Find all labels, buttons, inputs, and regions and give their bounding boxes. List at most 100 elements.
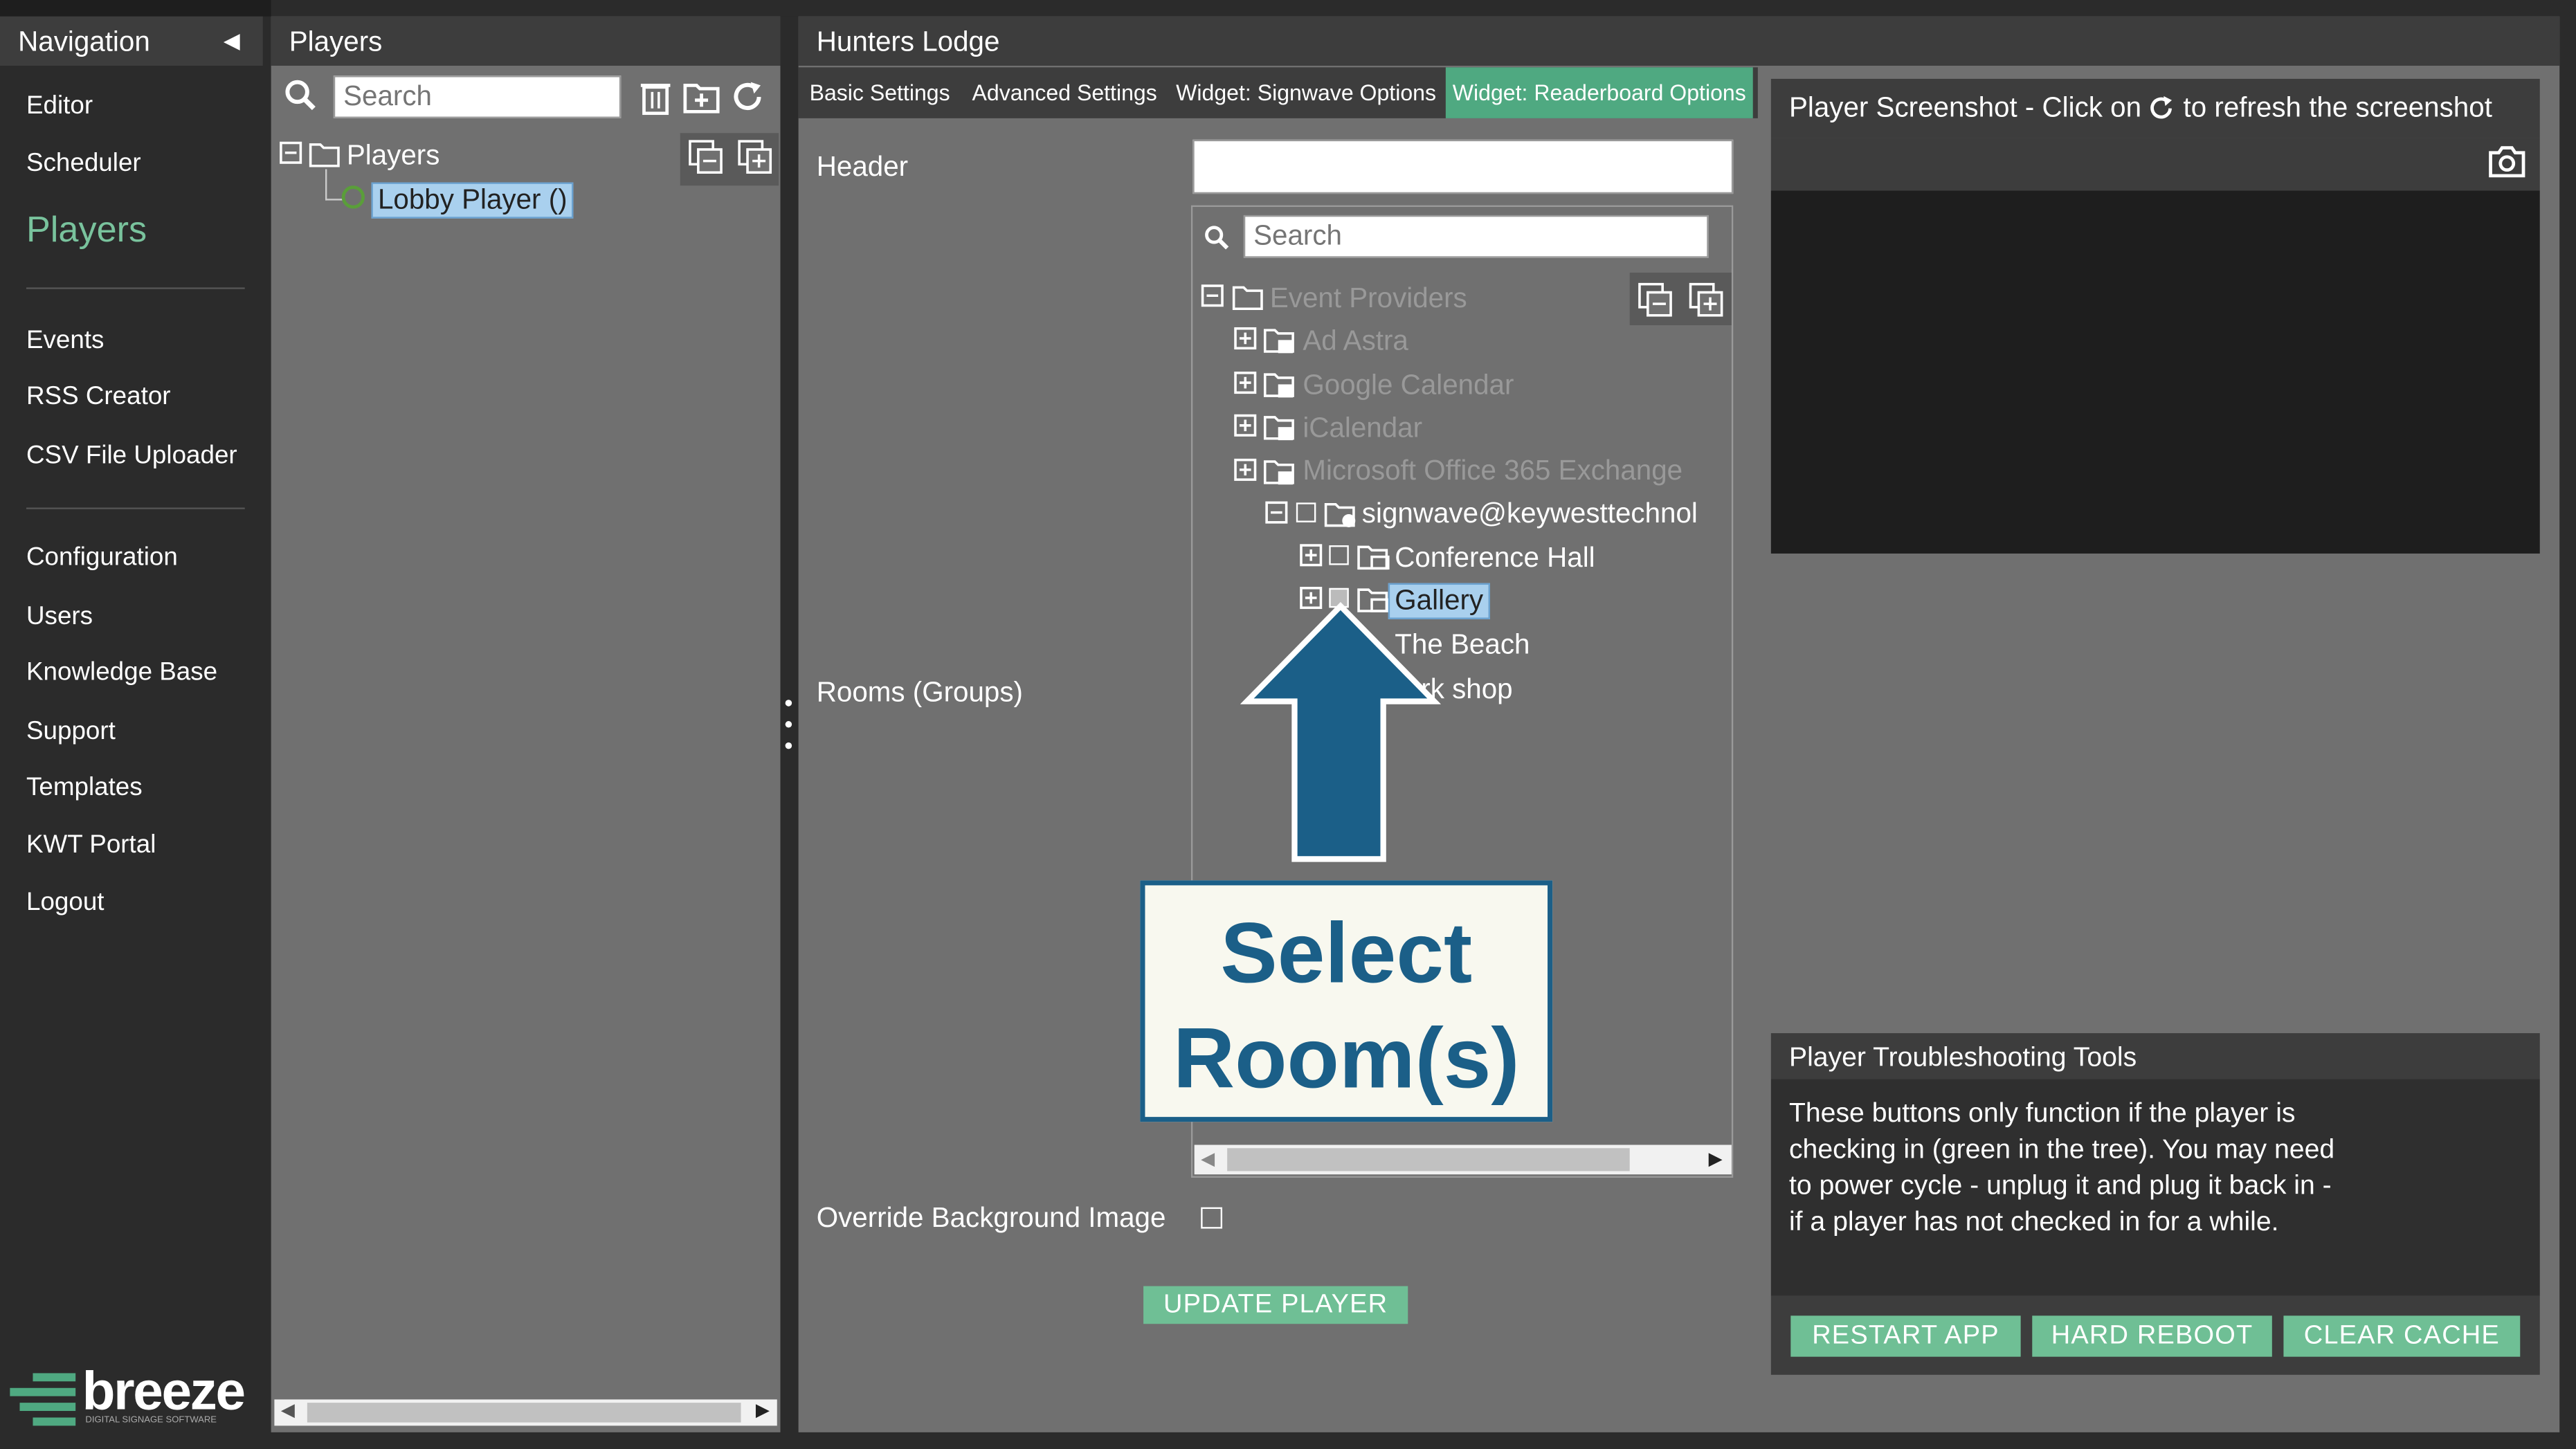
- logo-tagline: DIGITAL SIGNAGE SOFTWARE: [85, 1416, 217, 1426]
- players-panel: [271, 16, 781, 1432]
- trash-icon[interactable]: [640, 79, 671, 123]
- tree-node-provider[interactable]: Ad Astra: [1303, 325, 1408, 358]
- navigation-title: Navigation: [18, 26, 150, 58]
- tree-root-players[interactable]: Players: [347, 140, 440, 172]
- expand-all-icon[interactable]: [689, 140, 725, 184]
- navigation-header: Navigation ◀: [0, 16, 263, 66]
- nav-item-editor[interactable]: Editor: [26, 92, 93, 122]
- rooms-collapse-all-icon[interactable]: [1689, 282, 1725, 327]
- player-node-lobby[interactable]: Lobby Player (): [371, 182, 574, 219]
- tab-basic-settings[interactable]: Basic Settings: [800, 67, 959, 118]
- rooms-search-icon: [1204, 225, 1231, 259]
- tree-node-account[interactable]: signwave@keywesttechnol: [1362, 498, 1698, 530]
- splitter-grip-dot: [785, 721, 792, 728]
- players-scroll-thumb[interactable]: [307, 1403, 741, 1423]
- tree-node-provider[interactable]: Google Calendar: [1303, 370, 1514, 402]
- troubleshooting-title: Player Troubleshooting Tools: [1788, 1043, 2137, 1073]
- tree-expand-toggle-icon[interactable]: [1234, 371, 1257, 402]
- folder-stack-icon: [1263, 458, 1296, 496]
- collapse-all-icon[interactable]: [738, 140, 774, 184]
- rooms-search-input[interactable]: [1243, 215, 1709, 258]
- nav-item-csv-uploader[interactable]: CSV File Uploader: [26, 442, 237, 472]
- breeze-logo-mark-icon: [10, 1373, 76, 1426]
- status-online-icon: [341, 185, 365, 209]
- tree-expand-toggle-icon[interactable]: [1234, 327, 1257, 358]
- tab-signwave-options[interactable]: Widget: Signwave Options: [1170, 67, 1442, 118]
- players-search-input[interactable]: [333, 75, 622, 118]
- header-label: Header: [816, 151, 909, 183]
- nav-item-users[interactable]: Users: [26, 603, 93, 632]
- tree-collapse-toggle-icon[interactable]: [1201, 284, 1224, 316]
- rooms-tree-scroll-thumb[interactable]: [1227, 1148, 1630, 1172]
- breeze-logo: breeze DIGITAL SIGNAGE SOFTWARE: [10, 1360, 260, 1429]
- override-background-checkbox[interactable]: [1201, 1207, 1223, 1229]
- restart-app-button[interactable]: RESTART APP: [1790, 1315, 2021, 1357]
- nav-item-templates[interactable]: Templates: [26, 774, 143, 803]
- nav-item-configuration[interactable]: Configuration: [26, 544, 178, 574]
- nav-item-kwt-portal[interactable]: KWT Portal: [26, 831, 156, 861]
- player-screenshot-header: Player Screenshot - Click on to refresh …: [1770, 78, 2540, 138]
- rooms-expand-all-icon[interactable]: [1638, 282, 1674, 327]
- account-folder-icon: [1324, 501, 1360, 539]
- app-window: Navigation ◀ Editor Scheduler Players Ev…: [0, 0, 2576, 1449]
- refresh-inline-icon: [2150, 95, 2173, 119]
- folder-open-icon: [1232, 284, 1264, 319]
- players-panel-title: Players: [289, 26, 383, 58]
- tree-collapse-toggle-icon[interactable]: [280, 141, 302, 172]
- callout-line-2: Room(s): [1172, 1012, 1520, 1107]
- screenshot-title-prefix: Player Screenshot - Click on: [1788, 91, 2142, 124]
- hard-reboot-button[interactable]: HARD REBOOT: [2032, 1315, 2272, 1357]
- nav-divider: [26, 507, 245, 509]
- nav-item-logout[interactable]: Logout: [26, 888, 105, 918]
- tree-connector: [325, 169, 344, 201]
- rooms-label: Rooms (Groups): [816, 676, 1023, 709]
- camera-refresh-icon[interactable]: [2487, 145, 2527, 185]
- callout-line-1: Select: [1220, 906, 1473, 1002]
- account-checkbox[interactable]: [1296, 502, 1316, 522]
- troubleshooting-header: Player Troubleshooting Tools: [1770, 1033, 2540, 1079]
- scroll-right-icon[interactable]: ▶: [1709, 1148, 1723, 1169]
- tree-node-provider[interactable]: Microsoft Office 365 Exchange: [1303, 455, 1682, 488]
- tree-node-room[interactable]: Conference Hall: [1395, 542, 1595, 574]
- nav-item-knowledge-base[interactable]: Knowledge Base: [26, 659, 217, 689]
- nav-divider: [26, 287, 245, 289]
- tree-collapse-toggle-icon[interactable]: [1265, 501, 1288, 532]
- tree-node-event-providers[interactable]: Event Providers: [1270, 282, 1467, 315]
- tree-node-provider[interactable]: iCalendar: [1303, 412, 1422, 445]
- scroll-left-icon[interactable]: ◀: [1201, 1148, 1215, 1169]
- tree-expand-toggle-icon[interactable]: [1300, 544, 1323, 575]
- refresh-icon[interactable]: [729, 79, 765, 123]
- folder-stack-icon: [1263, 414, 1296, 452]
- tab-advanced-settings[interactable]: Advanced Settings: [963, 67, 1166, 118]
- logo-text: breeze: [82, 1360, 246, 1421]
- search-icon: [284, 79, 317, 120]
- room-folder-icon: [1357, 544, 1393, 582]
- update-player-button[interactable]: UPDATE PLAYER: [1143, 1286, 1408, 1324]
- players-panel-header: Players: [271, 16, 781, 66]
- add-folder-icon[interactable]: [683, 80, 720, 121]
- tree-expand-toggle-icon[interactable]: [1234, 458, 1257, 489]
- nav-item-events[interactable]: Events: [26, 327, 104, 356]
- tree-expand-toggle-icon[interactable]: [1234, 414, 1257, 445]
- clear-cache-button[interactable]: CLEAR CACHE: [2283, 1315, 2521, 1357]
- player-screenshot-image: [1770, 190, 2540, 554]
- override-background-label: Override Background Image: [816, 1202, 1166, 1234]
- callout-arrow-icon: [1240, 601, 1441, 862]
- room-checkbox[interactable]: [1329, 545, 1349, 565]
- nav-item-rss-creator[interactable]: RSS Creator: [26, 383, 171, 412]
- collapse-nav-icon[interactable]: ◀: [224, 28, 240, 54]
- tab-readerboard-options[interactable]: Widget: Readerboard Options: [1445, 67, 1753, 118]
- troubleshooting-body: These buttons only function if the playe…: [1770, 1079, 2540, 1296]
- screenshot-title: Player Screenshot - Click on to refresh …: [1789, 92, 2492, 125]
- player-group-title: Hunters Lodge: [816, 26, 1000, 58]
- troubleshooting-description: These buttons only function if the playe…: [1788, 1099, 2335, 1237]
- nav-item-scheduler[interactable]: Scheduler: [26, 149, 141, 179]
- folder-stack-icon: [1263, 371, 1296, 409]
- splitter-grip-dot: [785, 700, 792, 707]
- nav-item-players[interactable]: Players: [26, 208, 147, 251]
- scroll-left-icon[interactable]: ◀: [281, 1399, 295, 1421]
- nav-item-support[interactable]: Support: [26, 718, 116, 747]
- header-input[interactable]: [1192, 139, 1734, 194]
- scroll-right-icon[interactable]: ▶: [756, 1399, 770, 1421]
- folder-stack-icon: [1263, 327, 1296, 365]
